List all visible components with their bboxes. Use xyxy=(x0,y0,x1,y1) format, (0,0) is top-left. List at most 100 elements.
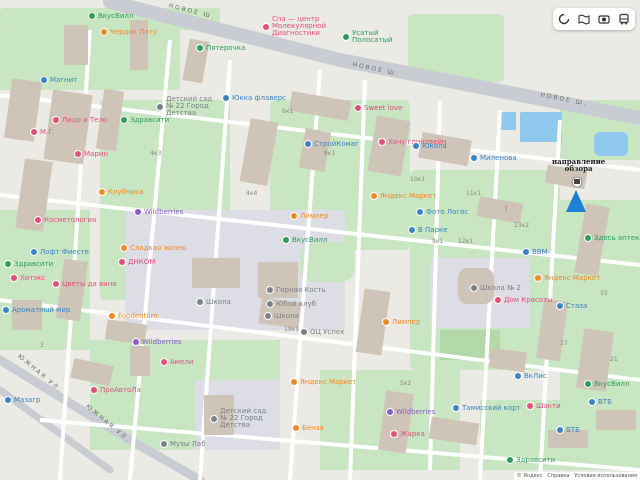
poi-vvm[interactable]: ВВМ xyxy=(522,248,548,256)
poi-shkola-3[interactable]: Школа № 2 xyxy=(470,284,521,292)
poi-label: Бенза xyxy=(302,423,324,432)
poi-vtb-2[interactable]: ВТБ xyxy=(556,426,580,434)
poi-benza[interactable]: Бенза xyxy=(292,424,324,432)
poi-label: Музы Лаб xyxy=(170,439,206,448)
poi-limper-1[interactable]: Лимпер xyxy=(290,212,328,220)
poi-marin[interactable]: Марин xyxy=(74,150,108,158)
shop-icon xyxy=(30,248,38,256)
poi-label: Яндекс Маркет xyxy=(380,191,437,200)
camera-icon xyxy=(598,15,610,24)
poi-mazagr[interactable]: Мазагр xyxy=(4,396,40,404)
poi-shkola-2[interactable]: Школа xyxy=(264,312,299,320)
poi-zdravsiti-2[interactable]: Здравсити xyxy=(4,260,53,268)
poi-staza[interactable]: Стаза xyxy=(556,302,587,310)
poi-label: Юкола xyxy=(422,141,447,150)
terms-link[interactable]: Условия использования xyxy=(574,473,637,479)
poi-litso-telo[interactable]: Лицо и Тело xyxy=(52,116,107,124)
poi-ots-uspeh[interactable]: ОЦ Успех xyxy=(300,328,344,336)
poi-label: Усатый Полосатый xyxy=(352,29,393,44)
flower-icon xyxy=(222,94,230,102)
layers-icon xyxy=(558,13,570,25)
poi-label: Горная Кость xyxy=(276,285,326,294)
food-icon xyxy=(390,430,398,438)
shop-icon xyxy=(556,302,564,310)
poi-milenova[interactable]: Миленова xyxy=(470,154,517,162)
transport-button[interactable] xyxy=(617,12,631,26)
poi-sladkaya[interactable]: Сладкая жизнь xyxy=(120,244,187,252)
poi-vkusvill-1[interactable]: ВкусВилл xyxy=(88,12,133,20)
poi-detsad-2[interactable]: Детский сад № 22 Город Детства xyxy=(210,408,270,429)
poi-tamissky[interactable]: Тамисский корт xyxy=(452,404,521,412)
poi-mg[interactable]: М.Г. xyxy=(30,128,55,136)
poi-hiteks[interactable]: Хитэкс xyxy=(10,274,45,282)
layers-button[interactable] xyxy=(557,12,571,26)
poi-label: ДНКОМ xyxy=(128,257,156,266)
poi-tsvety[interactable]: Цветы да вина xyxy=(52,280,117,288)
poi-shakti[interactable]: Шакти xyxy=(526,402,561,410)
poi-vklis[interactable]: ВкЛис xyxy=(514,372,547,380)
poi-spa-tsentr[interactable]: Спа — центр Молекулярной Диагностики xyxy=(262,16,342,37)
poi-usaty[interactable]: Усатый Полосатый xyxy=(342,30,397,44)
poi-yandex-market-3[interactable]: Яндекс Маркет xyxy=(290,378,356,386)
help-link[interactable]: Справка xyxy=(547,473,569,479)
poi-label: Wildberries xyxy=(144,207,184,216)
poi-label: Фото Логос xyxy=(426,207,469,216)
bank-icon xyxy=(588,398,596,406)
poi-label: В Парке xyxy=(418,225,448,234)
house-number: 8к1 xyxy=(324,150,336,157)
poi-v-parke[interactable]: В Парке xyxy=(408,226,448,234)
poi-foto-logos[interactable]: Фото Логос xyxy=(416,208,468,216)
poi-stroykomag[interactable]: СтройКомаг xyxy=(304,140,359,148)
poi-wildberries-3[interactable]: Wildberries xyxy=(386,408,435,416)
poi-dom-krasoty[interactable]: Дом Красоты xyxy=(494,296,553,304)
poi-zdes-apteka[interactable]: Здесь аптека xyxy=(584,234,640,242)
poi-yukola[interactable]: Юкола xyxy=(412,142,447,150)
poi-label: Чердак Лату xyxy=(110,27,157,36)
poi-wildberries-1[interactable]: Wildberries xyxy=(134,208,183,216)
poi-ameli[interactable]: Амели xyxy=(160,358,193,366)
annotation-line-2: обзора xyxy=(564,164,593,174)
food-icon xyxy=(98,188,106,196)
poi-proavtola[interactable]: ПроАвтоЛа xyxy=(90,386,141,394)
school-icon xyxy=(196,298,204,306)
poi-zharka[interactable]: Жарка xyxy=(390,430,425,438)
house-number: 12к1 xyxy=(458,238,474,245)
panorama-button[interactable] xyxy=(577,12,591,26)
lab-icon xyxy=(118,258,126,266)
poi-label: Дом Красоты xyxy=(504,295,553,304)
cart-icon xyxy=(4,396,12,404)
poi-foodentum[interactable]: Foodentum xyxy=(108,312,158,320)
food-icon xyxy=(290,212,298,220)
poi-zdravsiti-3[interactable]: Здравсити xyxy=(506,456,555,464)
poi-zdravsiti-1[interactable]: Здравсити xyxy=(120,116,169,124)
poi-muzy-lab[interactable]: Музы Лаб xyxy=(160,440,206,448)
poi-loft[interactable]: Лофт Фиесте xyxy=(30,248,89,256)
poi-wildberries-2[interactable]: Wildberries xyxy=(132,338,181,346)
poi-kosmetologiya[interactable]: Косметология xyxy=(34,216,96,224)
camera-button[interactable] xyxy=(597,12,611,26)
poi-vkusvill-3[interactable]: ВкусВилл xyxy=(584,380,629,388)
poi-label: Магнит xyxy=(50,75,78,84)
poi-vkusvill-2[interactable]: ВкусВилл xyxy=(282,236,327,244)
poi-klubnika[interactable]: Клубника xyxy=(98,188,144,196)
poi-vtb-1[interactable]: ВТБ xyxy=(588,398,612,406)
poi-label: Косметология xyxy=(44,215,97,224)
poi-limper-2[interactable]: Лимпер xyxy=(382,318,420,326)
poi-gornaya-kost[interactable]: Горная Кость xyxy=(266,286,326,294)
poi-detsad-1[interactable]: Детский сад № 22 Город Детства xyxy=(156,96,216,117)
poi-label: Лимпер xyxy=(392,317,421,326)
poi-label: Юбой клуб xyxy=(276,299,317,308)
poi-yuboy-klub[interactable]: Юбой клуб xyxy=(266,300,316,308)
beauty-icon xyxy=(34,216,42,224)
poi-yandex-market-2[interactable]: Яндекс Маркет xyxy=(534,274,600,282)
poi-yandex-market-1[interactable]: Яндекс Маркет xyxy=(370,192,436,200)
poi-yukka[interactable]: Юкка флаверс xyxy=(222,94,286,102)
poi-sweet-love[interactable]: Sweet love xyxy=(354,104,402,112)
poi-dnkom[interactable]: ДНКОМ xyxy=(118,258,155,266)
poi-cherdak[interactable]: Чердак Лату xyxy=(100,28,157,36)
poi-magnit[interactable]: Магнит xyxy=(40,76,77,84)
poi-shkola-1[interactable]: Школа xyxy=(196,298,231,306)
poi-pyaterochka[interactable]: Пятерочка xyxy=(196,44,245,52)
poi-aromatny[interactable]: Ароматный мир xyxy=(2,306,70,314)
poi-label: ВВМ xyxy=(532,247,548,256)
